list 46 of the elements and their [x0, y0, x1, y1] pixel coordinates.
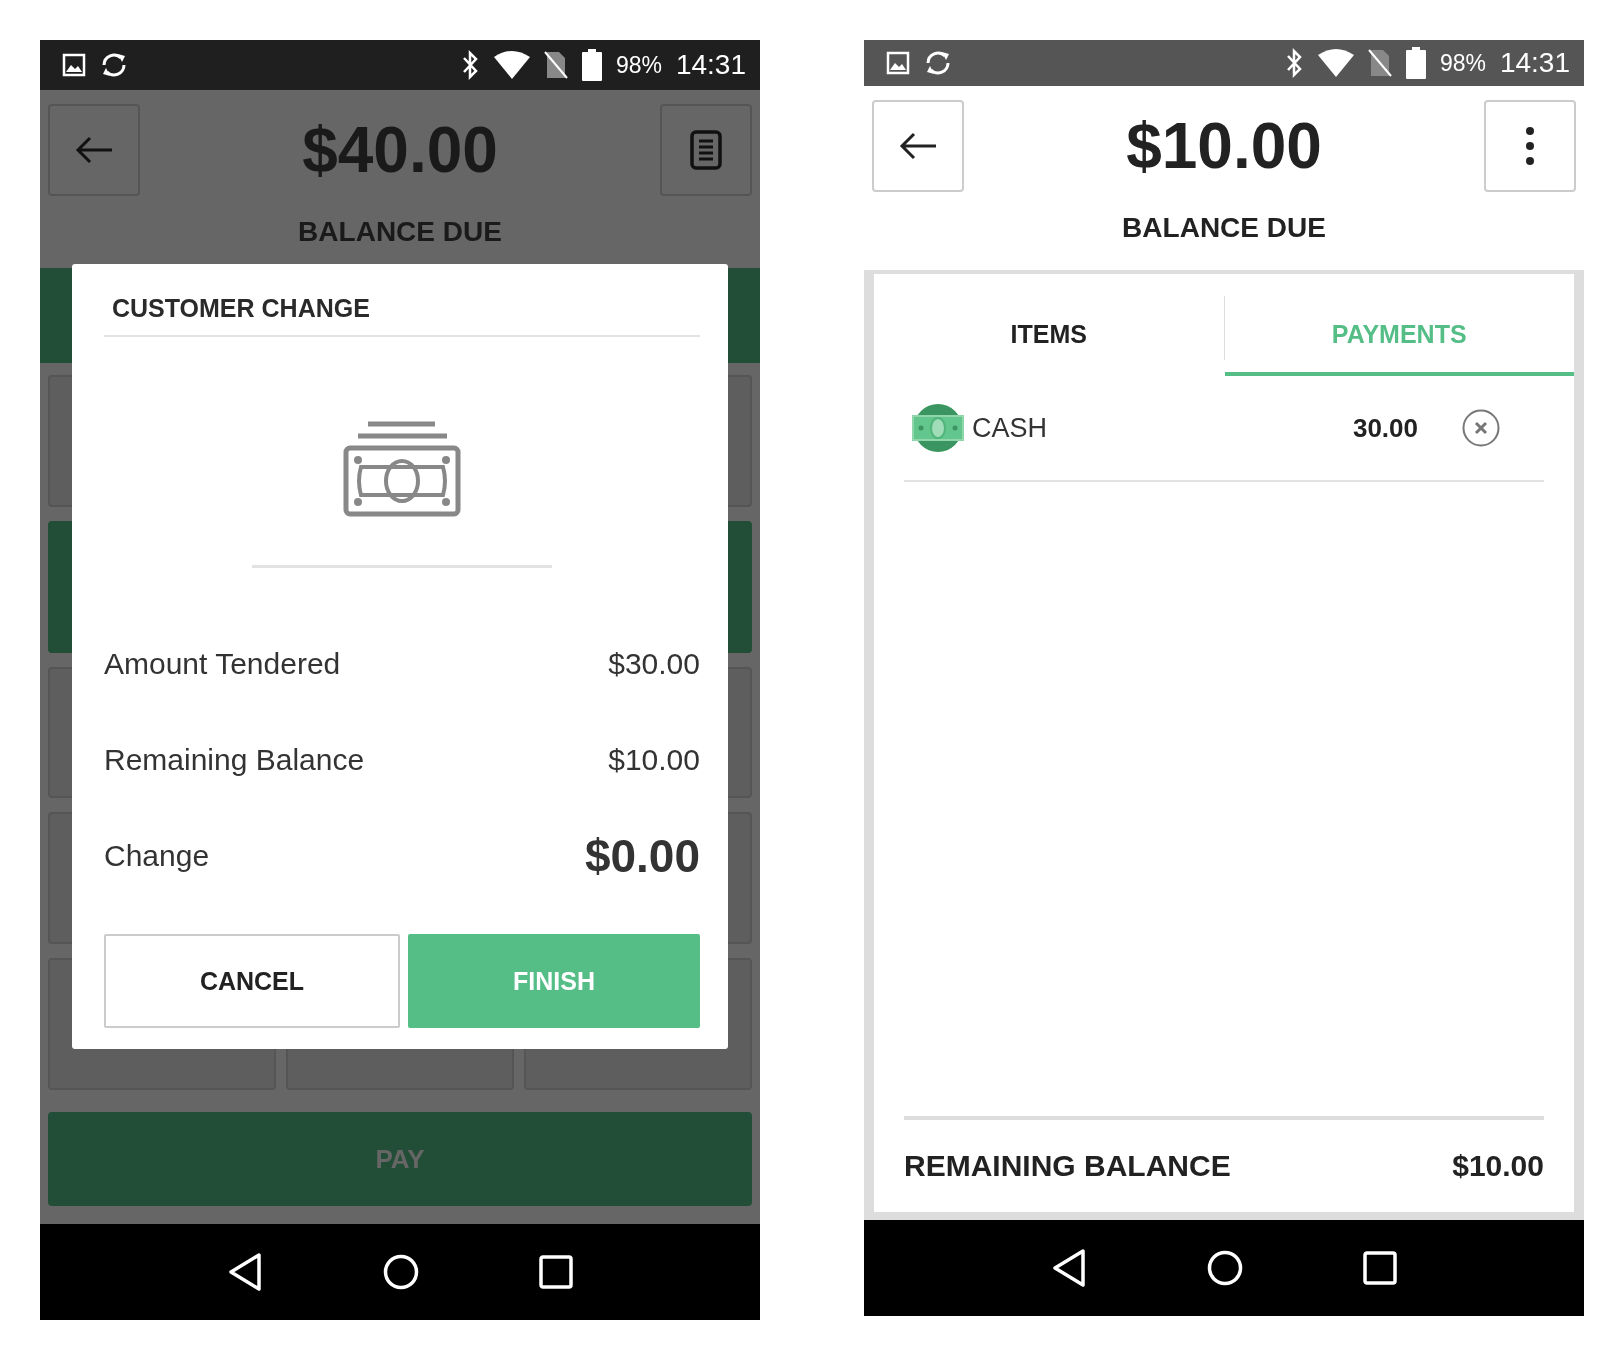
- row-value: $30.00: [608, 647, 700, 681]
- row-label: Remaining Balance: [104, 743, 365, 777]
- wifi-icon: [1317, 49, 1354, 77]
- cancel-button[interactable]: CANCEL: [104, 934, 400, 1028]
- image-icon: [886, 51, 910, 75]
- home-nav-icon[interactable]: [1207, 1250, 1243, 1286]
- sync-icon: [100, 51, 128, 79]
- balance-due-label: BALANCE DUE: [1122, 212, 1326, 244]
- no-sim-icon: [1367, 49, 1392, 77]
- row-label: Change: [104, 839, 210, 873]
- pay-button[interactable]: PAY: [48, 1112, 752, 1206]
- back-arrow-icon: [898, 131, 938, 161]
- more-menu-icon: [1525, 126, 1535, 166]
- back-nav-icon[interactable]: [227, 1252, 263, 1292]
- sync-icon: [924, 49, 952, 77]
- back-nav-icon[interactable]: [1051, 1248, 1087, 1288]
- change-amount: $0.00: [584, 829, 700, 883]
- finish-button[interactable]: FINISH: [408, 934, 700, 1028]
- back-arrow-icon: [74, 135, 114, 165]
- remaining-balance-value: $10.00: [1452, 1149, 1544, 1183]
- recents-nav-icon[interactable]: [1363, 1251, 1397, 1285]
- no-sim-icon: [543, 51, 568, 79]
- row-label: Amount Tendered: [104, 647, 341, 681]
- balance-amount: $10.00: [1126, 109, 1322, 183]
- clock: 14:31: [675, 49, 746, 81]
- cash-icon: [343, 421, 461, 517]
- cash-icon: [912, 404, 964, 452]
- recents-nav-icon[interactable]: [539, 1255, 573, 1289]
- balance-amount: $40.00: [302, 113, 498, 187]
- balance-due-label: BALANCE DUE: [298, 216, 502, 248]
- clock: 14:31: [1499, 47, 1570, 79]
- remaining-balance-label: REMAINING BALANCE: [904, 1149, 1231, 1183]
- home-nav-icon[interactable]: [383, 1254, 419, 1290]
- receipt-button[interactable]: [660, 104, 752, 196]
- payment-amount: 30.00: [1352, 412, 1418, 444]
- receipt-icon: [690, 130, 722, 170]
- image-icon: [62, 53, 86, 77]
- battery-percent: 98%: [1439, 49, 1486, 77]
- row-value: $10.00: [608, 743, 700, 777]
- battery-icon: [1405, 47, 1426, 79]
- dialog-title: CUSTOMER CHANGE: [104, 294, 700, 337]
- wifi-icon: [493, 51, 530, 79]
- battery-icon: [581, 49, 602, 81]
- payment-method: CASH: [972, 412, 1048, 444]
- battery-percent: 98%: [615, 51, 662, 79]
- remove-icon[interactable]: [1462, 409, 1500, 447]
